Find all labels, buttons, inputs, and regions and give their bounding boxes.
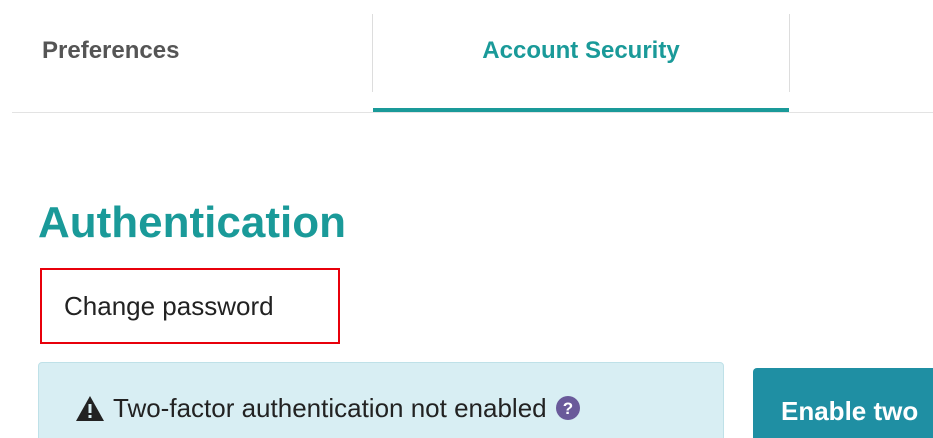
tab-preferences[interactable]: Preferences [12,0,372,113]
two-factor-status-text: Two-factor authentication not enabled [113,393,547,423]
change-password-link[interactable]: Change password [40,268,340,344]
warning-triangle-icon [76,396,104,421]
svg-text:?: ? [562,399,572,418]
account-settings-page: Preferences Account Security Authenticat… [0,0,933,438]
tab-bar-border [12,112,933,113]
tab-account-security[interactable]: Account Security [373,0,789,113]
settings-tabs: Preferences Account Security [0,0,933,113]
question-circle-icon[interactable]: ? [555,395,581,421]
authentication-heading: Authentication [38,198,346,247]
tab-divider [789,14,790,92]
enable-two-factor-label: Enable two [781,396,919,426]
change-password-label: Change password [64,290,274,321]
enable-two-factor-button[interactable]: Enable two [753,368,933,438]
two-factor-status-box: Two-factor authentication not enabled ? [38,362,724,438]
